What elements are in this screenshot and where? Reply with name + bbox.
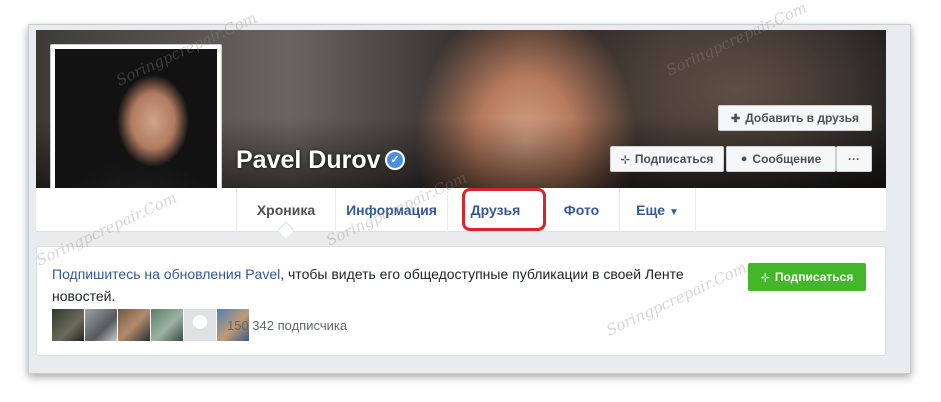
- more-actions-button[interactable]: ···: [836, 146, 872, 172]
- tab-more[interactable]: Еще ▼: [620, 188, 696, 232]
- caret-down-icon: ▼: [668, 207, 679, 218]
- ellipsis-icon: ···: [848, 152, 860, 166]
- rss-icon: ⊹: [620, 153, 630, 166]
- tab-more-label: Еще: [636, 202, 666, 218]
- rss-icon: ⊹: [760, 271, 770, 284]
- follow-text: Подпишитесь на обновления Pavel, чтобы в…: [52, 263, 712, 307]
- verified-badge-icon: ✓: [385, 150, 405, 170]
- add-friend-label: Добавить в друзья: [745, 111, 860, 125]
- subscribe-label: Подписаться: [634, 152, 714, 166]
- follower-avatar[interactable]: [85, 309, 117, 341]
- message-button[interactable]: ● Сообщение: [726, 146, 836, 172]
- tab-photos[interactable]: Фото: [544, 188, 620, 232]
- subscribe-button[interactable]: ⊹ Подписаться: [610, 146, 724, 172]
- messenger-icon: ●: [740, 153, 748, 165]
- follower-avatar[interactable]: [151, 309, 183, 341]
- add-friend-button[interactable]: ✚ Добавить в друзья: [718, 105, 872, 131]
- follow-subscribe-label: Подписаться: [774, 270, 854, 284]
- add-person-icon: ✚: [730, 112, 741, 125]
- follow-subscribe-button[interactable]: ⊹ Подписаться: [748, 263, 866, 291]
- profile-name[interactable]: Pavel Durov: [236, 146, 381, 175]
- follower-avatar[interactable]: [184, 309, 216, 341]
- message-label: Сообщение: [752, 152, 822, 166]
- subscriber-count: 150 342 подписчика: [227, 318, 348, 333]
- follower-avatar[interactable]: [52, 309, 84, 341]
- follow-link[interactable]: Подпишитесь на обновления Pavel: [52, 266, 280, 282]
- follower-avatar[interactable]: [118, 309, 150, 341]
- friends-tab-highlight: [462, 188, 546, 231]
- follower-thumbnails: [52, 309, 249, 341]
